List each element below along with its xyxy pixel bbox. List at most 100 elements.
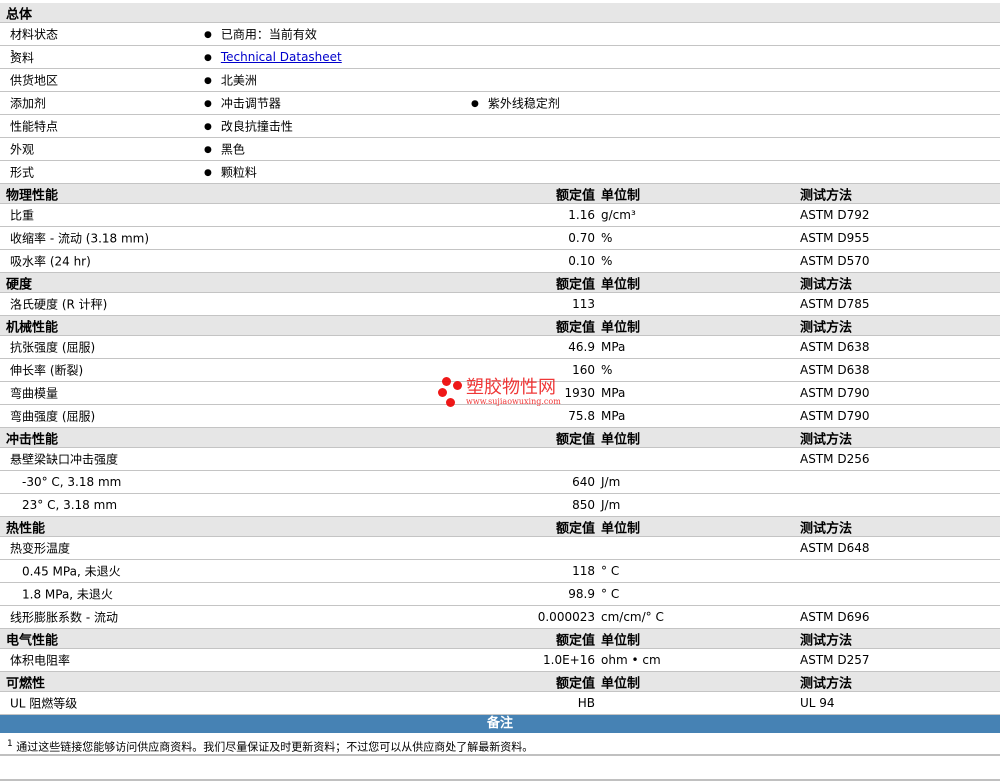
bullet-text: 改良抗撞击性: [220, 119, 293, 134]
section-title: 硬度: [6, 277, 33, 292]
bullet-item: 改良抗撞击性: [204, 119, 293, 134]
property-label-text: 体积电阻率: [10, 653, 71, 668]
test-method: ASTM D696: [800, 610, 870, 624]
bullet-item: 北美洲: [204, 73, 257, 88]
column-header-method: 测试方法: [800, 521, 853, 536]
technical-datasheet-link[interactable]: Technical Datasheet: [221, 50, 342, 64]
column-header-method: 测试方法: [800, 277, 853, 292]
property-value: 46.9: [568, 340, 595, 354]
test-method: ASTM D638: [800, 363, 870, 377]
property-label-text: 23° C, 3.18 mm: [22, 498, 118, 512]
section-title: 可燃性: [6, 676, 46, 691]
property-value: 0.000023: [537, 610, 595, 624]
bullet-item: 紫外线稳定剂: [471, 96, 560, 111]
property-label-text: 吸水率 (24 hr): [10, 254, 91, 269]
property-unit: MPa: [601, 409, 626, 423]
column-header-method: 测试方法: [800, 633, 853, 648]
footnote: 1 通过这些链接您能够访问供应商资料。我们尽量保证及时更新资料；不过您可以从供应…: [0, 733, 1000, 756]
test-method: ASTM D792: [800, 208, 870, 222]
test-method: ASTM D790: [800, 386, 870, 400]
section-title: 冲击性能: [6, 432, 59, 447]
table-row: 材料状态 已商用：当前有效: [0, 23, 1000, 46]
property-unit: cm/cm/° C: [601, 610, 664, 624]
table-row: 吸水率 (24 hr) 0.10% ASTM D570: [0, 250, 1000, 273]
divider: [0, 779, 1000, 781]
property-unit: J/m: [601, 498, 621, 512]
property-unit: J/m: [601, 475, 621, 489]
bullet-item: 颗粒料: [204, 165, 257, 180]
property-value: 0.70: [568, 231, 595, 245]
notes-header: 备注: [0, 715, 1000, 733]
property-unit: MPa: [601, 340, 626, 354]
test-method: ASTM D790: [800, 409, 870, 423]
section-title: 物理性能: [6, 188, 59, 203]
table-row: UL 阻燃等级 HB UL 94: [0, 692, 1000, 715]
table-row: 收缩率 - 流动 (3.18 mm) 0.70% ASTM D955: [0, 227, 1000, 250]
property-label-text: 外观: [10, 142, 35, 157]
column-header-method: 测试方法: [800, 432, 853, 447]
column-header-unit: 单位制: [601, 676, 641, 691]
column-header-method: 测试方法: [800, 676, 853, 691]
property-unit: MPa: [601, 386, 626, 400]
table-row: 1.8 MPa, 未退火 98.9 ° C: [0, 583, 1000, 606]
property-value: HB: [577, 696, 595, 710]
watermark-logo: 塑胶物性网 www.sujiaowuxing.com: [436, 375, 596, 411]
column-header-unit: 单位制: [601, 188, 641, 203]
property-unit: ohm • cm: [601, 653, 661, 667]
bullet-text: 冲击调节器: [220, 96, 281, 111]
property-value: 850: [572, 498, 595, 512]
table-row: 热变形温度 ASTM D648: [0, 537, 1000, 560]
column-header-unit: 单位制: [601, 432, 641, 447]
section-header: 硬度 额定值 单位制 测试方法: [0, 273, 1000, 293]
table-row: 性能特点 改良抗撞击性: [0, 115, 1000, 138]
bullet-text: 颗粒料: [220, 165, 257, 180]
column-header-value: 额定值: [555, 633, 595, 648]
table-row: 23° C, 3.18 mm 850 J/m: [0, 494, 1000, 517]
section-header: 冲击性能 额定值 单位制 测试方法: [0, 428, 1000, 448]
section-header: 机械性能 额定值 单位制 测试方法: [0, 316, 1000, 336]
test-method: UL 94: [800, 696, 835, 710]
table-row: 外观 黑色: [0, 138, 1000, 161]
bullet-item: 黑色: [204, 142, 245, 157]
property-label-text: UL 阻燃等级: [10, 696, 78, 711]
column-header-value: 额定值: [555, 432, 595, 447]
bullet-item: 冲击调节器: [204, 96, 281, 111]
section-title: 机械性能: [6, 320, 59, 335]
bullet-text: 北美洲: [220, 73, 257, 88]
bullet-text: 黑色: [220, 142, 245, 157]
column-header-unit: 单位制: [601, 633, 641, 648]
column-header-value: 额定值: [555, 277, 595, 292]
test-method: ASTM D257: [800, 653, 870, 667]
property-label-text: 性能特点: [10, 119, 59, 134]
section-title: 电气性能: [6, 633, 59, 648]
property-label-text: 伸长率 (断裂): [10, 363, 84, 378]
test-method: ASTM D638: [800, 340, 870, 354]
property-value: 118: [572, 564, 595, 578]
property-label-text: 洛氏硬度 (R 计秤): [10, 297, 108, 312]
column-header-value: 额定值: [555, 188, 595, 203]
table-row: 悬壁梁缺口冲击强度 ASTM D256: [0, 448, 1000, 471]
watermark-name: 塑胶物性网: [466, 377, 556, 398]
table-row: 抗张强度 (屈服) 46.9 MPa ASTM D638: [0, 336, 1000, 359]
property-label-text: 收缩率 - 流动 (3.18 mm): [10, 231, 150, 246]
column-header-value: 额定值: [555, 521, 595, 536]
column-header-unit: 单位制: [601, 277, 641, 292]
column-header-value: 额定值: [555, 320, 595, 335]
property-label-text: 弯曲强度 (屈服): [10, 409, 96, 424]
table-row: 资料 1 Technical Datasheet: [0, 46, 1000, 69]
bullet-item: Technical Datasheet: [204, 50, 342, 64]
table-row: 形式 颗粒料: [0, 161, 1000, 184]
property-label: 资料 1: [10, 50, 34, 65]
table-row: 体积电阻率 1.0E+16 ohm • cm ASTM D257: [0, 649, 1000, 672]
section-header: 物理性能 额定值 单位制 测试方法: [0, 184, 1000, 204]
table-row: 洛氏硬度 (R 计秤) 113 ASTM D785: [0, 293, 1000, 316]
property-label-text: 抗张强度 (屈服): [10, 340, 96, 355]
section-header: 可燃性 额定值 单位制 测试方法: [0, 672, 1000, 692]
watermark-url: www.sujiaowuxing.com: [466, 397, 561, 406]
property-label-text: 添加剂: [10, 96, 47, 111]
property-label-text: 弯曲模量: [10, 386, 59, 401]
property-value: 1.0E+16: [543, 653, 595, 667]
property-unit: g/cm³: [601, 208, 636, 222]
property-label-text: 热变形温度: [10, 541, 71, 556]
section-header: 热性能 额定值 单位制 测试方法: [0, 517, 1000, 537]
